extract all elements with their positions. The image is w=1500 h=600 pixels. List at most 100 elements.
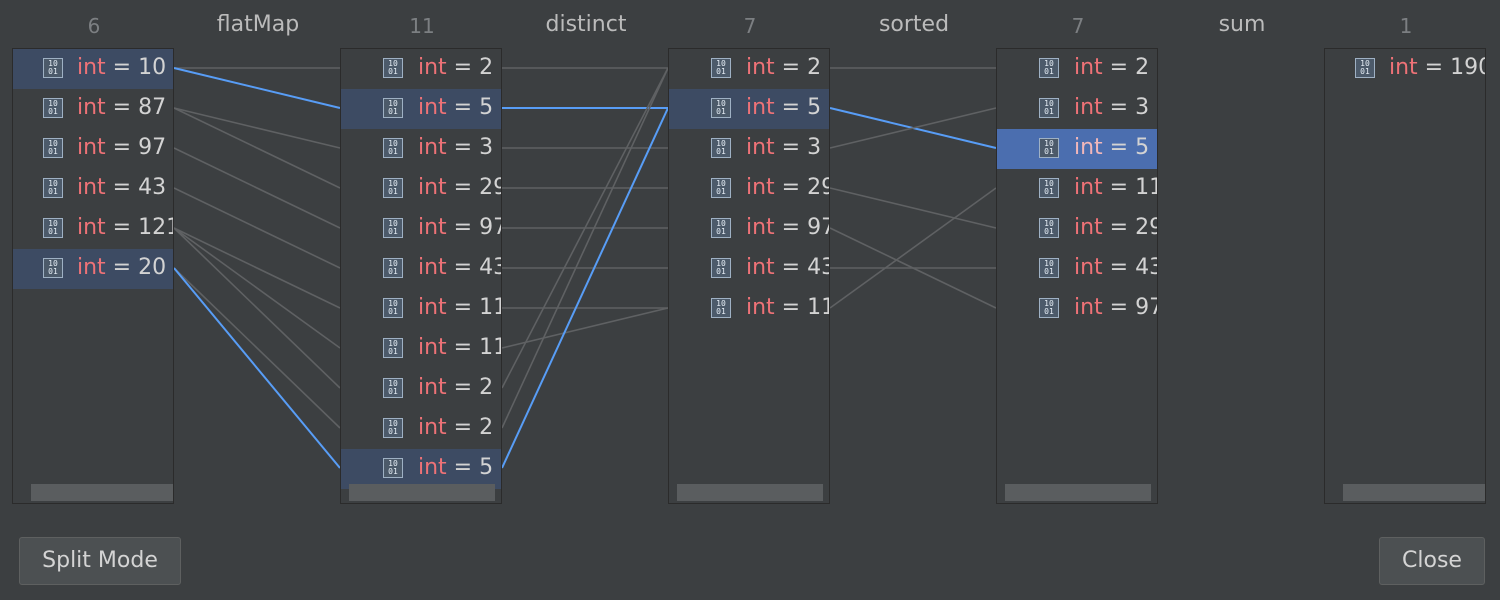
type-keyword: int xyxy=(746,135,775,160)
value-label: int = 3 xyxy=(418,135,494,160)
value-row[interactable]: 1001 int = 43 xyxy=(997,249,1157,289)
binary-value-icon: 10 01 xyxy=(711,218,731,238)
sorted-link xyxy=(829,187,997,309)
binary-value-icon: 10 01 xyxy=(1039,218,1059,238)
type-keyword: int xyxy=(77,215,106,240)
value-row[interactable]: 10 01 int = 10 xyxy=(13,49,173,89)
value-row[interactable]: 1001 int = 11 xyxy=(341,329,501,369)
binary-value-icon: 10 01 xyxy=(383,258,403,278)
value-row[interactable]: 10 01 int = 3 xyxy=(669,129,829,169)
value-label: int = 2 xyxy=(746,55,822,80)
type-keyword: int xyxy=(418,335,447,360)
value-label: int = 43 xyxy=(1074,255,1157,281)
value-label: int = 97 xyxy=(77,135,167,160)
value-row[interactable]: 10 01 int = 2 xyxy=(341,369,501,409)
value-row[interactable]: 1001 int = 29 xyxy=(997,209,1157,249)
type-keyword: int xyxy=(418,455,447,480)
binary-value-icon: 10 01 xyxy=(383,338,403,358)
value-label: int = 11 xyxy=(418,295,501,321)
values-column-4[interactable]: 1001 int = 190 xyxy=(1324,48,1486,504)
type-keyword: int xyxy=(746,95,775,120)
horizontal-scrollbar[interactable] xyxy=(31,484,173,501)
value-row[interactable]: 10 01 int = 2 xyxy=(341,409,501,449)
value-label: int = 29 xyxy=(1074,215,1157,241)
values-column-2[interactable]: 10 01 int = 2 10 01 int = 5 10 01 int = 3 10 01 int… xyxy=(668,48,830,504)
type-keyword: int xyxy=(77,95,106,120)
split-mode-button[interactable]: Split Mode xyxy=(19,537,181,585)
value-number: 11 xyxy=(807,295,829,320)
value-row[interactable]: 1001 int = 29 xyxy=(341,169,501,209)
value-row[interactable]: 1001 int = 43 xyxy=(341,249,501,289)
binary-value-icon: 10 01 xyxy=(711,258,731,278)
horizontal-scrollbar[interactable] xyxy=(1005,484,1151,501)
value-row[interactable]: 10 01 int = 5 xyxy=(669,89,829,129)
binary-value-icon: 10 01 xyxy=(383,218,403,238)
binary-value-icon: 10 01 xyxy=(1039,258,1059,278)
value-row[interactable]: 10 01 int = 87 xyxy=(13,89,173,129)
value-number: 2 xyxy=(807,55,822,80)
type-keyword: int xyxy=(746,55,775,80)
value-label: int = 43 xyxy=(77,175,167,200)
value-number: 29 xyxy=(479,175,501,200)
value-label: int = 11 xyxy=(418,335,501,361)
value-label: int = 97 xyxy=(1074,295,1157,321)
type-keyword: int xyxy=(418,95,447,120)
binary-value-icon: 10 01 xyxy=(711,138,731,158)
value-row[interactable]: 10 01 int = 3 xyxy=(997,89,1157,129)
value-label: int = 190 xyxy=(1389,55,1485,81)
value-row[interactable]: 10 01 int = 5 xyxy=(997,129,1157,169)
value-number: 190 xyxy=(1450,55,1485,80)
value-row[interactable]: 1001 int = 97 xyxy=(997,289,1157,329)
horizontal-scrollbar[interactable] xyxy=(349,484,495,501)
value-row[interactable]: 1001 int = 11 xyxy=(669,289,829,329)
value-row[interactable]: 10 01 int = 5 xyxy=(341,449,501,489)
value-row[interactable]: 10 01 int = 3 xyxy=(341,129,501,169)
close-button[interactable]: Close xyxy=(1379,537,1485,585)
value-label: int = 3 xyxy=(1074,95,1150,120)
value-row[interactable]: 1001 int = 121 xyxy=(13,209,173,249)
values-column-3[interactable]: 10 01 int = 2 10 01 int = 3 10 01 int = 5 10 01 int… xyxy=(996,48,1158,504)
values-column-0[interactable]: 10 01 int = 10 10 01 int = 87 10 01 int = 97 10 01… xyxy=(12,48,174,504)
value-row[interactable]: 1001 int = 97 xyxy=(13,129,173,169)
value-row[interactable]: 10 01 int = 5 xyxy=(341,89,501,129)
value-row[interactable]: 1001 int = 11 xyxy=(997,169,1157,209)
value-row[interactable]: 1001 int = 97 xyxy=(341,209,501,249)
value-number: 11 xyxy=(1135,175,1157,200)
value-label: int = 2 xyxy=(418,375,494,400)
horizontal-scrollbar[interactable] xyxy=(1343,484,1485,501)
value-row[interactable]: 1001 int = 29 xyxy=(669,169,829,209)
value-number: 43 xyxy=(138,175,167,200)
value-number: 97 xyxy=(138,135,167,160)
value-number: 5 xyxy=(807,95,822,120)
type-keyword: int xyxy=(746,295,775,320)
value-row[interactable]: 10 01 int = 20 xyxy=(13,249,173,289)
value-row[interactable]: 1001 int = 190 xyxy=(1325,49,1485,89)
value-row[interactable]: 1001 int = 43 xyxy=(669,249,829,289)
horizontal-scrollbar[interactable] xyxy=(677,484,823,501)
binary-value-icon: 10 01 xyxy=(43,138,63,158)
type-keyword: int xyxy=(418,295,447,320)
value-number: 97 xyxy=(1135,295,1157,320)
binary-value-icon: 10 01 xyxy=(383,98,403,118)
binary-value-icon: 10 01 xyxy=(711,58,731,78)
value-row[interactable]: 10 01 int = 2 xyxy=(669,49,829,89)
type-keyword: int xyxy=(1074,55,1103,80)
value-row[interactable]: 1001 int = 11 xyxy=(341,289,501,329)
flatmap-link xyxy=(173,227,341,349)
value-row[interactable]: 10 01 int = 2 xyxy=(997,49,1157,89)
value-row[interactable]: 10 01 int = 2 xyxy=(341,49,501,89)
flatmap-link xyxy=(173,107,341,149)
binary-value-icon: 10 01 xyxy=(711,98,731,118)
value-row[interactable]: 1001 int = 97 xyxy=(669,209,829,249)
value-number: 2 xyxy=(479,55,494,80)
flatmap-link xyxy=(173,67,341,109)
value-label: int = 97 xyxy=(746,215,829,241)
value-label: int = 97 xyxy=(418,215,501,241)
type-keyword: int xyxy=(418,55,447,80)
values-column-1[interactable]: 10 01 int = 2 10 01 int = 5 10 01 int = 3 10 01 int… xyxy=(340,48,502,504)
distinct-link xyxy=(501,307,669,349)
type-keyword: int xyxy=(418,215,447,240)
value-row[interactable]: 1001 int = 43 xyxy=(13,169,173,209)
binary-value-icon: 10 01 xyxy=(383,298,403,318)
binary-value-icon: 10 01 xyxy=(711,298,731,318)
